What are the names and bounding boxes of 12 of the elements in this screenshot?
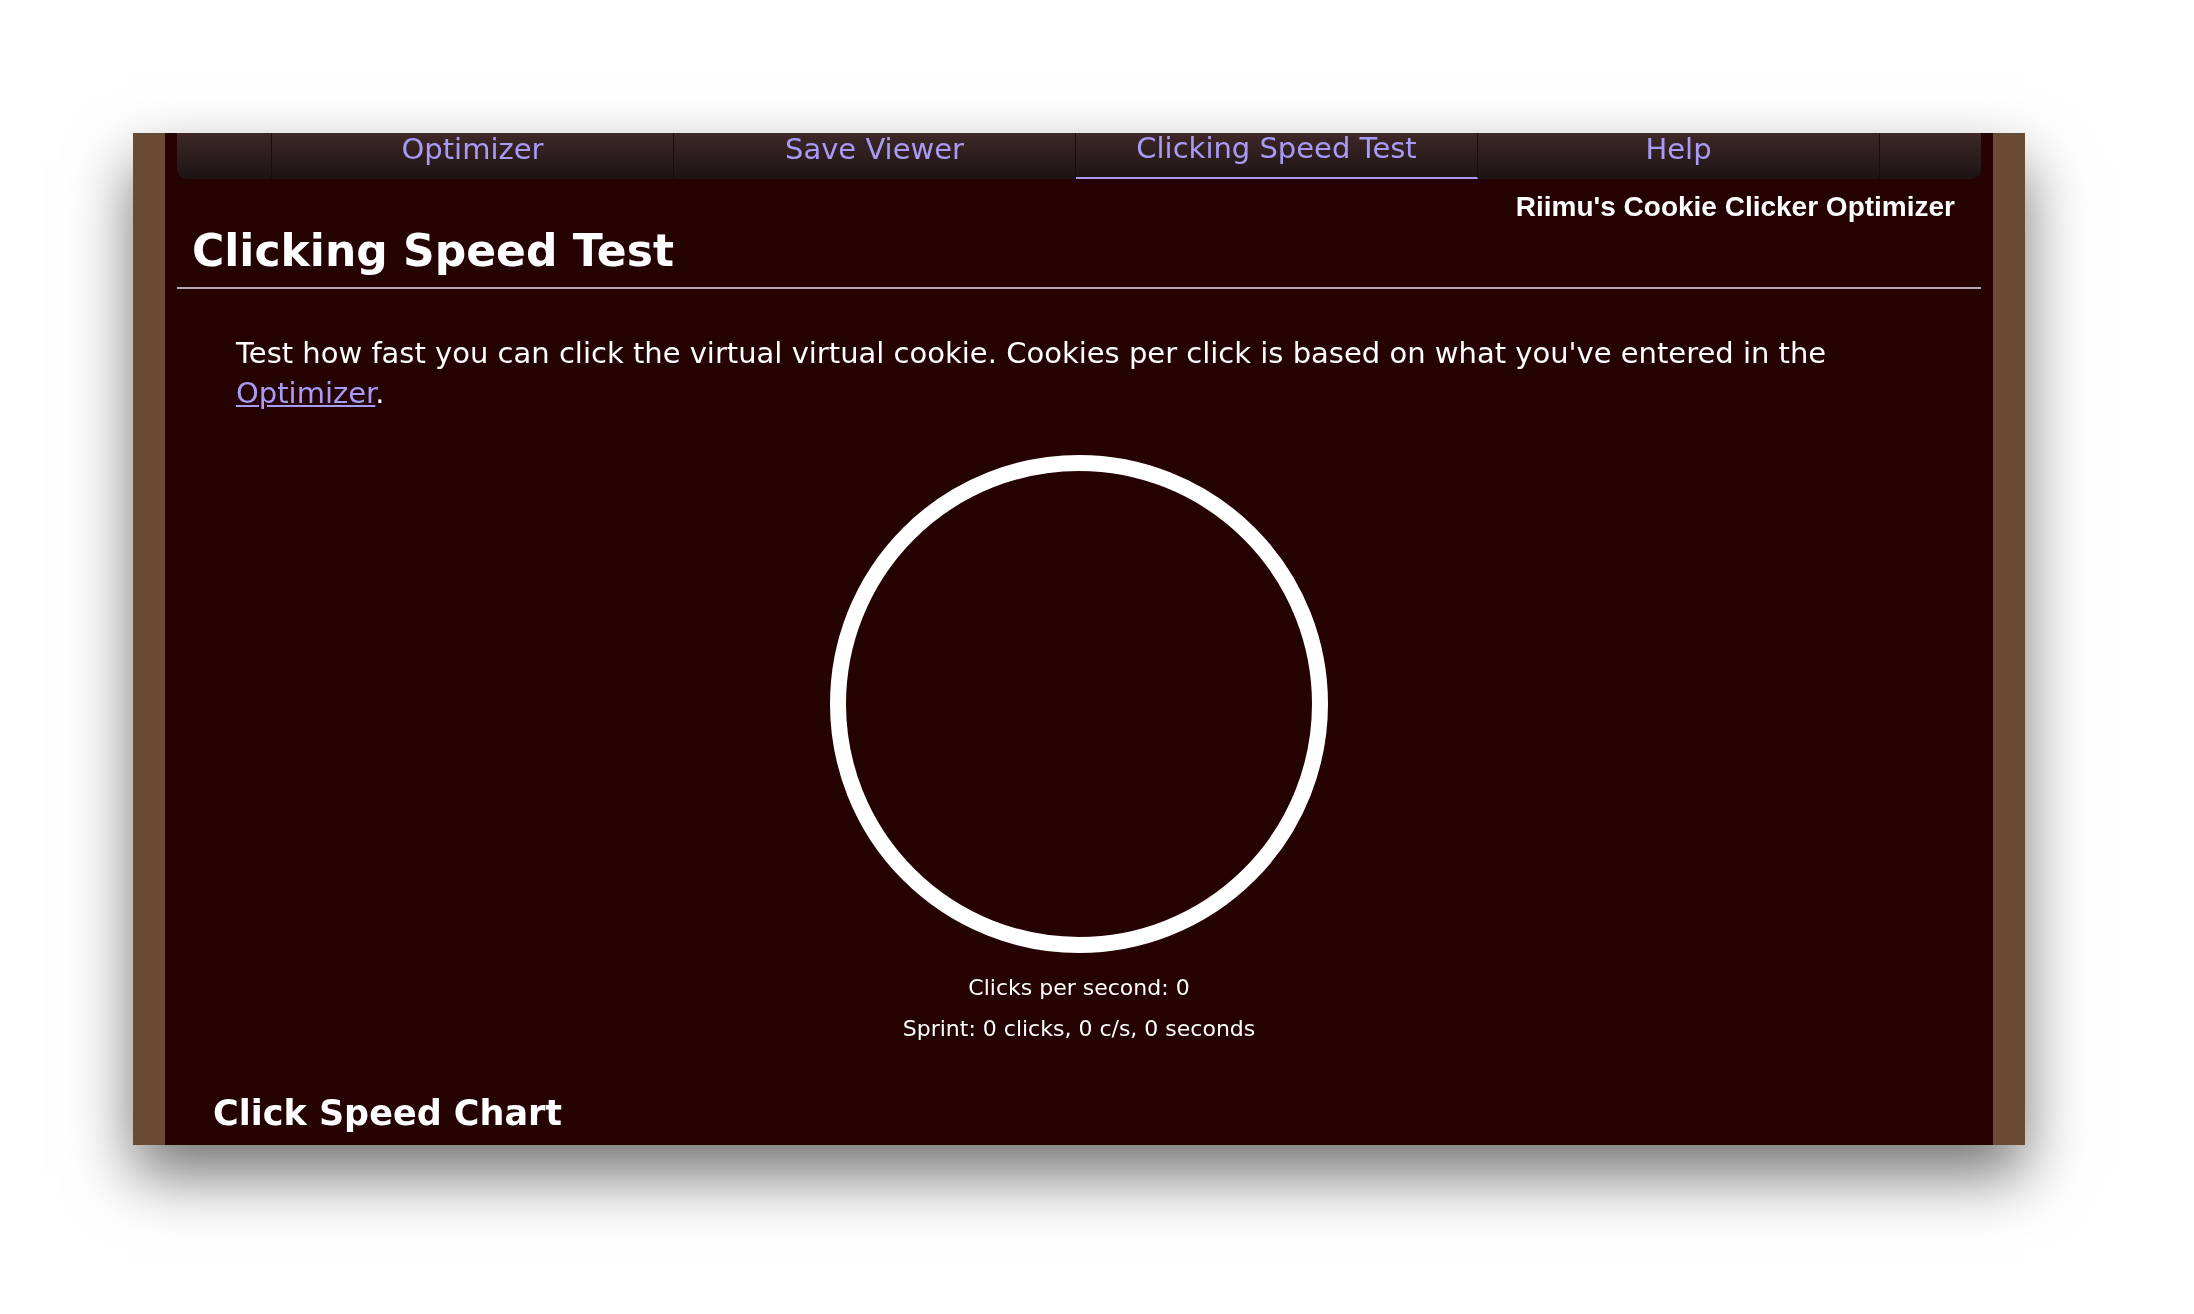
stat-text: Sprint: 0 clicks, 0 c/s, 0 seconds xyxy=(902,1015,1256,1043)
optimizer-link[interactable]: Optimizer xyxy=(236,376,376,410)
section-heading: Click Speed Chart xyxy=(213,1092,563,1135)
stat-text: Clicks per second: 0 xyxy=(968,974,1190,1002)
nav-tab[interactable]: Save Viewer xyxy=(674,133,1076,179)
nav-tab[interactable]: Help xyxy=(1478,133,1880,179)
nav-tab[interactable]: Clicking Speed Test xyxy=(1076,133,1478,179)
cookie-target[interactable] xyxy=(830,455,1328,953)
nav-tab[interactable]: Optimizer xyxy=(272,133,674,179)
site-title: Riimu's Cookie Clicker Optimizer xyxy=(1515,190,1955,224)
intro-text: Test how fast you can click the virtual virtual cookie. Cookies per click is based on what you've entered in the Optimizer. xyxy=(235,335,1828,412)
page-heading: Clicking Speed Test xyxy=(192,225,674,277)
